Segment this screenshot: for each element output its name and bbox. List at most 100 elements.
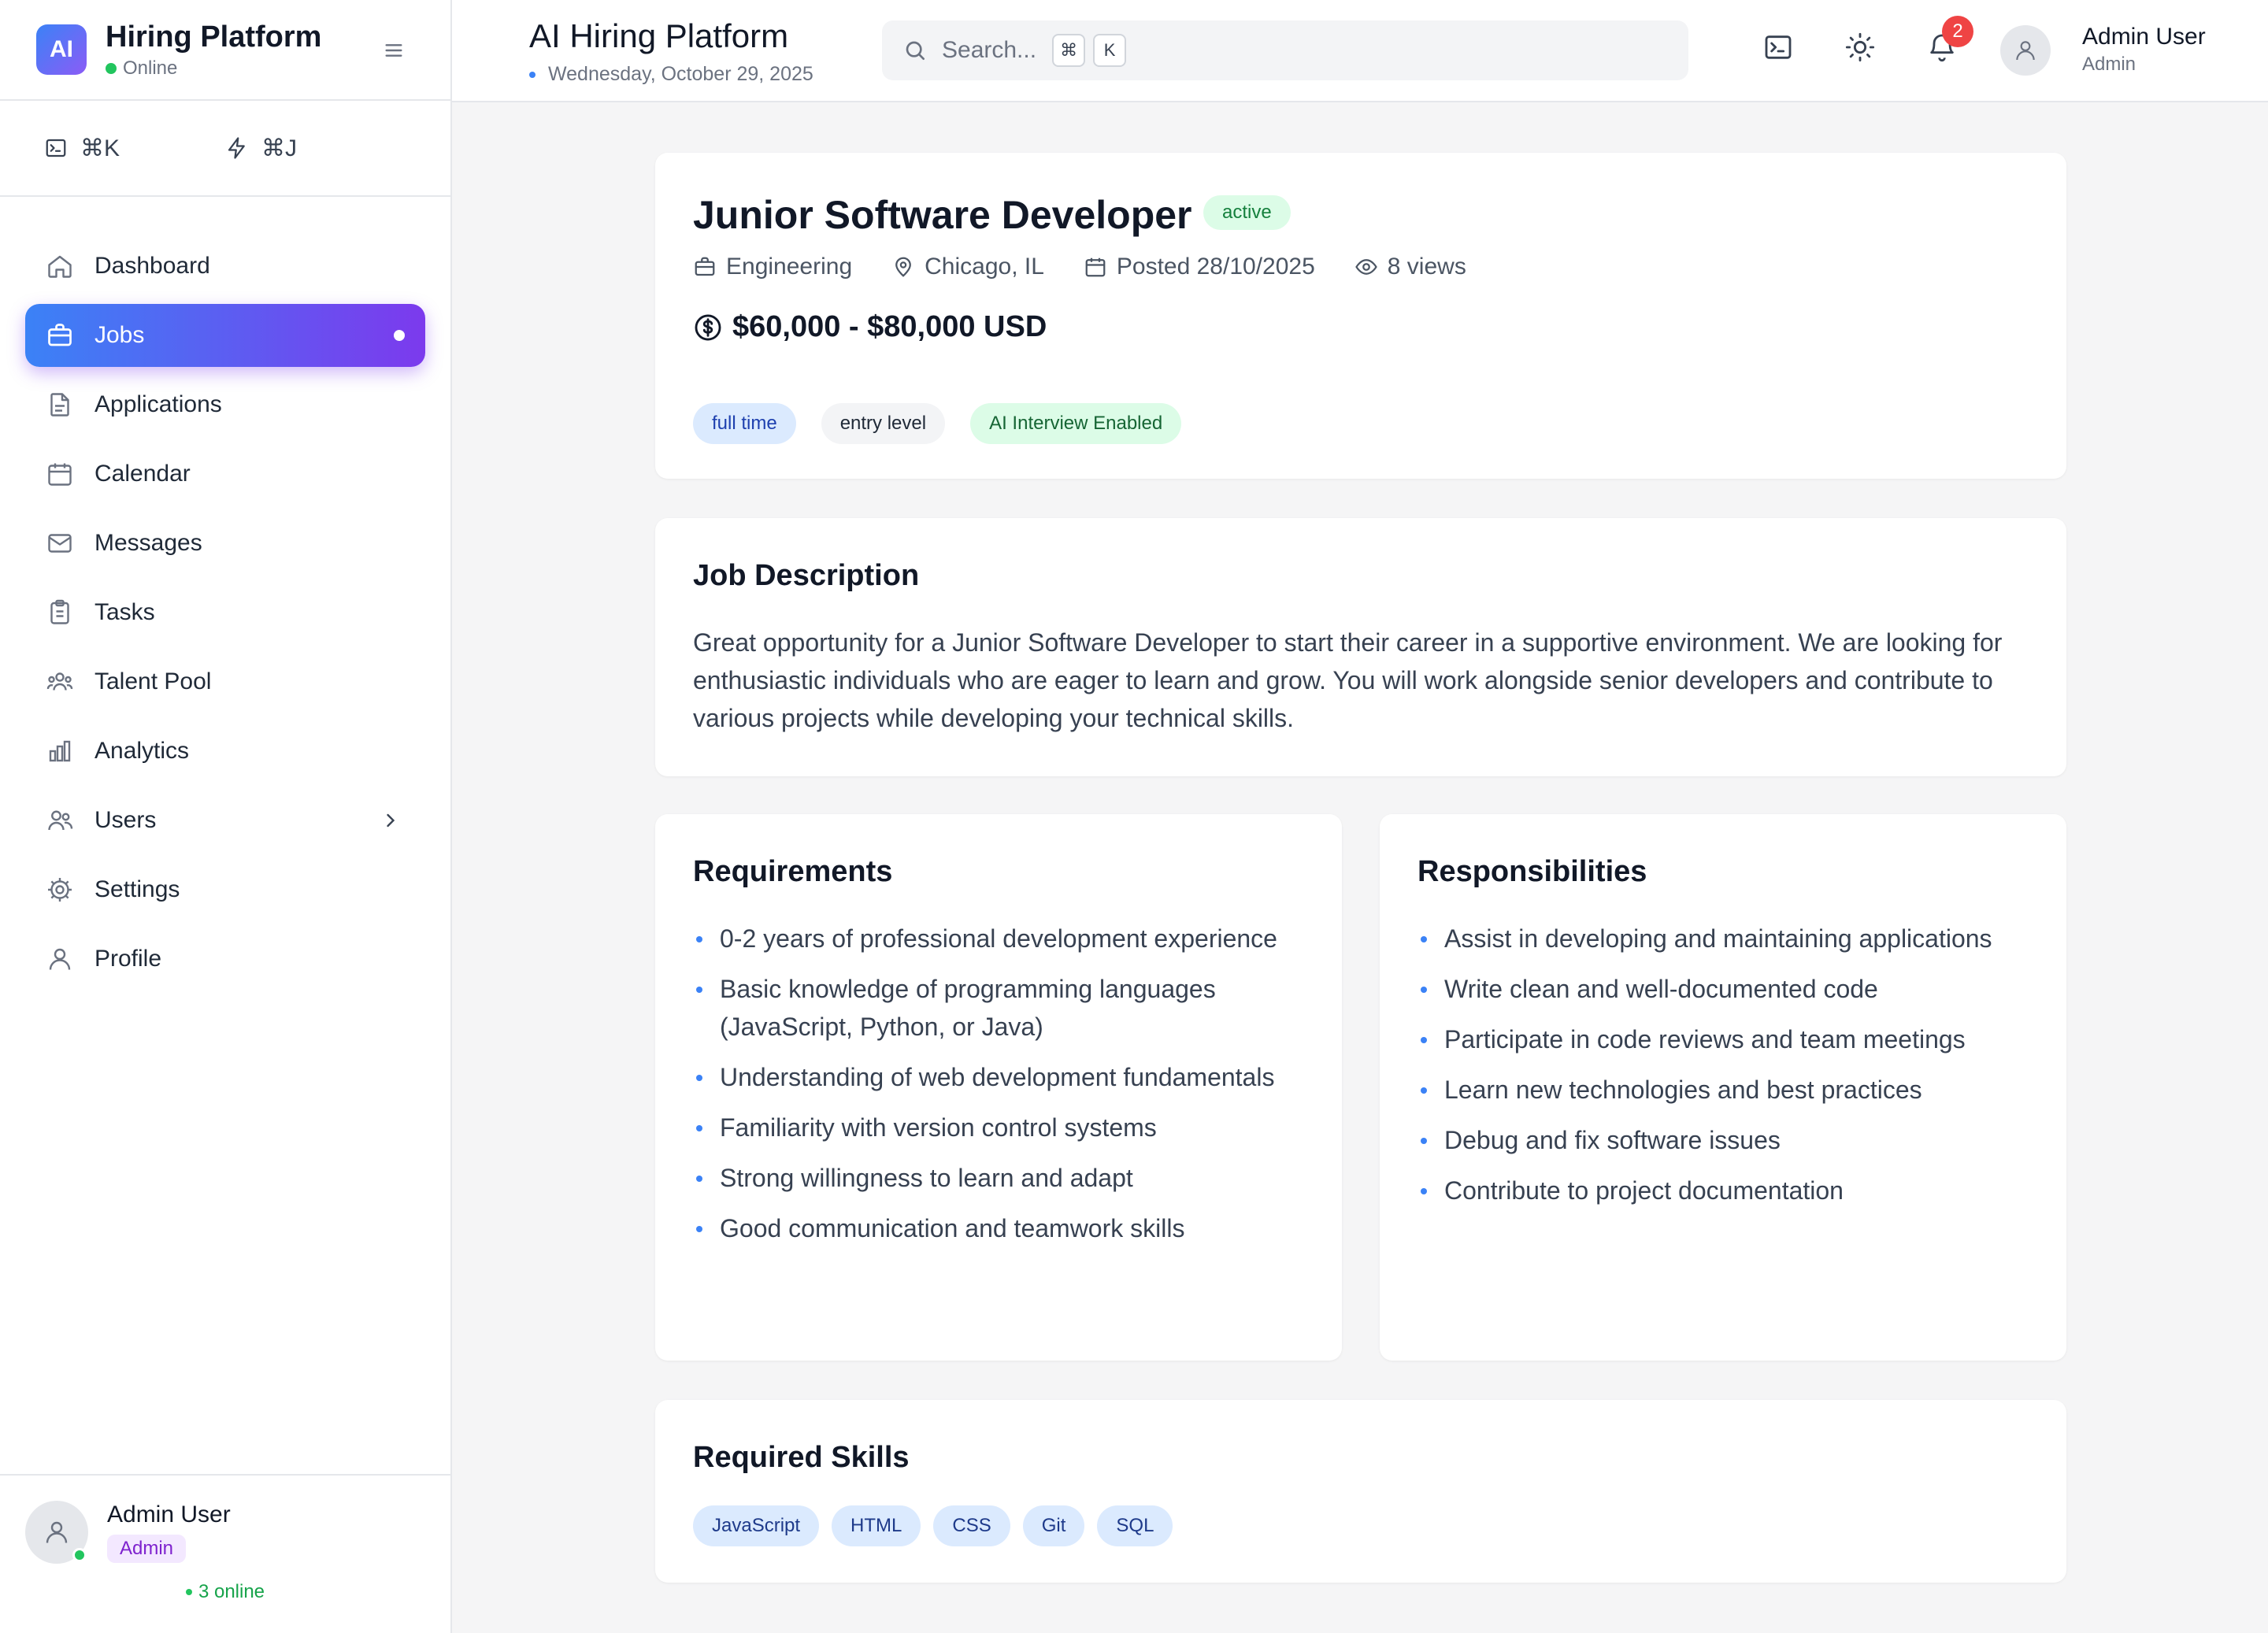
sidebar-item-label: Applications (94, 391, 222, 417)
user-icon (46, 1521, 68, 1543)
calendar-icon (1084, 255, 1117, 279)
section-heading: Responsibilities (1418, 855, 1647, 888)
gear-icon (44, 874, 76, 905)
current-user[interactable]: Admin User Admin (25, 1501, 425, 1564)
chevron-right-icon[interactable] (380, 809, 402, 831)
responsibilities-list: Assist in developing and maintaining app… (1418, 920, 2029, 1222)
mail-icon (44, 528, 76, 559)
sidebar-item-label: Settings (94, 876, 180, 902)
shortcuts-bar: ⌘K ⌘J (0, 101, 450, 197)
active-indicator-icon (394, 330, 405, 341)
list-item: Learn new technologies and best practice… (1418, 1071, 2029, 1109)
bar-chart-icon (44, 735, 76, 767)
skill-tag: SQL (1097, 1505, 1173, 1546)
job-salary-text: $60,000 - $80,000 USD (732, 310, 1047, 343)
sidebar-item-label: Messages (94, 530, 202, 556)
current-date-text: Wednesday, October 29, 2025 (548, 63, 813, 85)
avatar (25, 1501, 88, 1564)
search-input[interactable]: Search... ⌘ K (882, 20, 1688, 80)
clipboard-icon (44, 597, 76, 628)
header-user-name: Admin User (2082, 24, 2206, 50)
section-heading: Job Description (693, 559, 920, 592)
shortcut-label: ⌘K (80, 135, 120, 161)
sidebar-item-users[interactable]: Users (25, 789, 425, 852)
sidebar-item-label: Users (94, 807, 157, 833)
brand-header: AI Hiring Platform Online (0, 0, 450, 101)
quick-action-shortcut[interactable]: ⌘J (225, 135, 406, 162)
list-item: Understanding of web development fundame… (693, 1058, 1304, 1096)
job-description-card: Job Description Great opportunity for a … (655, 518, 2066, 776)
command-palette-shortcut[interactable]: ⌘K (44, 135, 225, 162)
list-item: Familiarity with version control systems (693, 1109, 1304, 1146)
search-icon (902, 38, 942, 63)
menu-toggle-icon[interactable] (381, 38, 406, 63)
sidebar-item-label: Calendar (94, 461, 191, 487)
home-icon (44, 250, 76, 282)
sidebar-item-dashboard[interactable]: Dashboard (25, 235, 425, 298)
requirements-list: 0-2 years of professional development ex… (693, 920, 1304, 1260)
users-group-icon (44, 666, 76, 698)
brand-name: Hiring Platform (106, 20, 322, 54)
user-icon (2016, 41, 2035, 61)
date-dot-icon (529, 71, 536, 78)
page-title: AI Hiring Platform (529, 17, 789, 54)
sidebar-item-label: Analytics (94, 738, 190, 764)
sidebar-nav: Dashboard Jobs Applications Calendar Mes… (0, 197, 450, 991)
user-icon (44, 943, 76, 975)
section-heading: Requirements (693, 855, 893, 888)
sidebar-item-analytics[interactable]: Analytics (25, 720, 425, 783)
users-icon (44, 805, 76, 836)
top-header: AI Hiring Platform Wednesday, October 29… (452, 0, 2268, 102)
skill-tag: JavaScript (693, 1505, 820, 1546)
list-item: Strong willingness to learn and adapt (693, 1159, 1304, 1197)
section-heading: Required Skills (693, 1441, 910, 1474)
job-posted: Posted 28/10/2025 (1084, 254, 1315, 280)
kbd-cmd: ⌘ (1052, 34, 1086, 67)
sidebar-item-applications[interactable]: Applications (25, 373, 425, 436)
sidebar-item-profile[interactable]: Profile (25, 928, 425, 991)
terminal-icon[interactable] (1762, 31, 1794, 63)
avatar[interactable] (2000, 25, 2051, 76)
sidebar-item-label: Profile (94, 946, 162, 972)
sidebar-item-calendar[interactable]: Calendar (25, 443, 425, 505)
job-department: Engineering (693, 254, 852, 280)
online-status-icon (72, 1548, 87, 1562)
sun-icon[interactable] (1844, 31, 1876, 63)
sidebar-item-messages[interactable]: Messages (25, 512, 425, 575)
list-item: Write clean and well-documented code (1418, 970, 2029, 1008)
sidebar-item-tasks[interactable]: Tasks (25, 581, 425, 644)
job-location-text: Chicago, IL (925, 254, 1044, 280)
job-department-text: Engineering (726, 254, 853, 280)
sidebar-item-label: Talent Pool (94, 668, 212, 694)
skill-tag: HTML (832, 1505, 921, 1546)
job-location: Chicago, IL (891, 254, 1044, 280)
lightning-icon (225, 136, 261, 160)
brand-status-text: Online (123, 57, 178, 79)
skill-tag: Git (1022, 1505, 1085, 1546)
sidebar-item-label: Tasks (94, 599, 155, 625)
job-type-tag: full time (693, 403, 796, 444)
online-count-text: 3 online (198, 1581, 265, 1602)
brand-status: Online (106, 57, 321, 80)
responsibilities-card: Responsibilities Assist in developing an… (1380, 814, 2066, 1361)
sidebar-item-label: Jobs (94, 322, 145, 348)
job-posted-text: Posted 28/10/2025 (1116, 254, 1315, 280)
skills-list: JavaScript HTML CSS Git SQL (693, 1505, 1185, 1546)
header-user[interactable]: Admin User Admin (2082, 24, 2206, 76)
sidebar-item-label: Dashboard (94, 253, 210, 279)
job-title: Junior Software Developer (693, 193, 1192, 237)
skill-tag: CSS (933, 1505, 1010, 1546)
map-pin-icon (891, 255, 925, 279)
online-dot-icon (106, 63, 117, 74)
notification-badge: 2 (1942, 16, 1973, 47)
sidebar-item-talent-pool[interactable]: Talent Pool (25, 650, 425, 713)
header-user-role: Admin (2082, 54, 2136, 75)
required-skills-card: Required Skills JavaScript HTML CSS Git … (655, 1400, 2066, 1583)
sidebar-item-settings[interactable]: Settings (25, 858, 425, 921)
list-item: Good communication and teamwork skills (693, 1209, 1304, 1247)
shortcut-label: ⌘J (261, 135, 297, 161)
list-item: Participate in code reviews and team mee… (1418, 1020, 2029, 1058)
sidebar: AI Hiring Platform Online ⌘K ⌘J Dashboar… (0, 0, 452, 1633)
brand-logo[interactable]: AI (36, 24, 87, 75)
sidebar-item-jobs[interactable]: Jobs (25, 304, 425, 367)
